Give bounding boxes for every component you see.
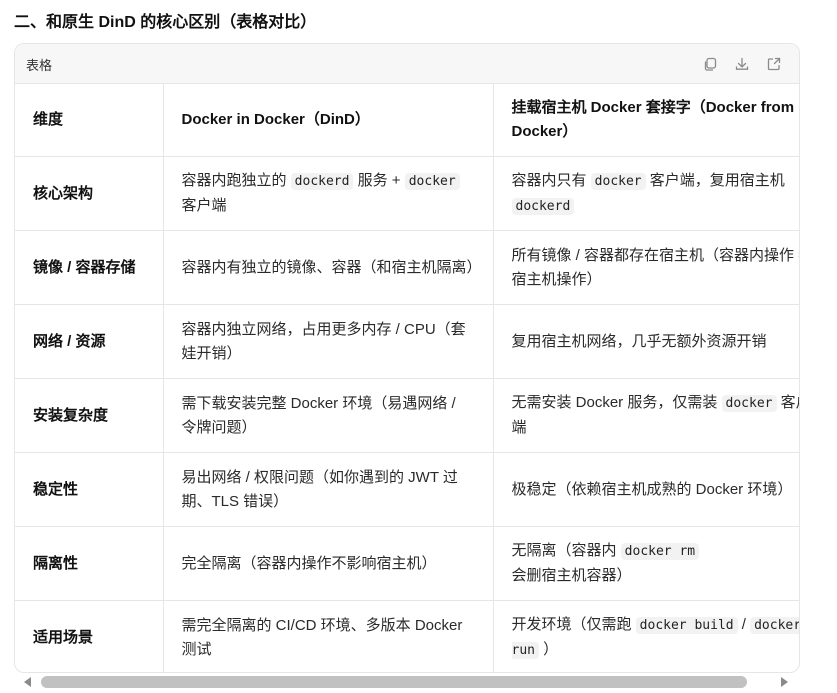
cell-text: 会删宿主机容器） bbox=[511, 567, 632, 584]
inline-code: docker bbox=[404, 173, 460, 190]
cell-text: 无隔离（容器内 bbox=[511, 542, 621, 559]
cell-text: 极稳定（依赖宿主机成熟的 Docker 环境） bbox=[511, 480, 793, 498]
scroll-right-arrow-icon[interactable] bbox=[781, 677, 788, 687]
cell-text: 开发环境（仅需跑 bbox=[511, 615, 636, 633]
cell-dind: 容器内独立网络，占用更多内存 / CPU（套娃开销） bbox=[163, 304, 494, 379]
header-dimension: 维度 bbox=[15, 84, 164, 157]
cell-dind: 需完全隔离的 CI/CD 环境、多版本 Docker 测试 bbox=[163, 600, 494, 672]
table-row: 隔离性 完全隔离（容器内操作不影响宿主机） 无隔离（容器内 docker rm 会删… bbox=[15, 526, 799, 601]
inline-code: dockerd bbox=[290, 173, 354, 190]
table-actions bbox=[701, 55, 783, 73]
table-row: 核心架构 容器内跑独立的 dockerd 服务 + docker 客户端 容器内只有… bbox=[15, 156, 799, 231]
inline-code: docker build bbox=[635, 616, 738, 634]
cell-text: 容器内独立网络，占用更多内存 / CPU（套娃开销） bbox=[181, 320, 466, 362]
cell-text: 所有镜像 / 容器都存在宿主机（容器内操作 = 宿主机操作） bbox=[511, 246, 800, 288]
cell-text: 无需安装 Docker 服务，仅需装 bbox=[511, 394, 722, 411]
download-icon[interactable] bbox=[733, 55, 751, 73]
cell-dind: 容器内跑独立的 dockerd 服务 + docker 客户端 bbox=[163, 156, 494, 231]
expand-icon[interactable] bbox=[765, 55, 783, 73]
table-row: 镜像 / 容器存储 容器内有独立的镜像、容器（和宿主机隔离） 所有镜像 / 容器都存… bbox=[15, 230, 800, 305]
section-title: 二、和原生 DinD 的核心区别（表格对比） bbox=[14, 14, 317, 31]
cell-host-socket: 极稳定（依赖宿主机成熟的 Docker 环境） bbox=[493, 452, 799, 527]
cell-text: 需下载安装完整 Docker 环境（易遇网络 / 令牌问题） bbox=[181, 394, 456, 436]
comparison-table: 维度 Docker in Docker（DinD） 挂载宿主机 Docker 套… bbox=[15, 84, 799, 672]
cell-text: 易出网络 / 权限问题（如你遇到的 JWT 过期、TLS 错误） bbox=[181, 468, 458, 510]
inline-code: docker bbox=[721, 395, 777, 412]
horizontal-scrollbar[interactable] bbox=[14, 674, 798, 690]
cell-text: 容器内跑独立的 bbox=[181, 172, 291, 189]
cell-text: 客户端，复用宿主机 bbox=[645, 171, 785, 189]
table-row: 网络 / 资源 容器内独立网络，占用更多内存 / CPU（套娃开销） 复用宿主机网络… bbox=[15, 304, 799, 379]
table-viewport[interactable]: 维度 Docker in Docker（DinD） 挂载宿主机 Docker 套… bbox=[15, 84, 799, 672]
table-header-row: 维度 Docker in Docker（DinD） 挂载宿主机 Docker 套… bbox=[15, 84, 799, 157]
cell-host-socket: 开发环境（仅需跑 docker build / docker run ） bbox=[493, 600, 799, 672]
header-dind: Docker in Docker（DinD） bbox=[163, 84, 494, 157]
cell-dimension: 镜像 / 容器存储 bbox=[15, 230, 164, 305]
cell-text: 容器内只有 bbox=[511, 171, 591, 189]
cell-dimension: 适用场景 bbox=[15, 600, 164, 672]
cell-text: ） bbox=[538, 640, 559, 658]
cell-text: / bbox=[737, 615, 751, 633]
table-card-header: 表格 bbox=[15, 44, 799, 84]
table-row: 稳定性 易出网络 / 权限问题（如你遇到的 JWT 过期、TLS 错误） 极稳定（依… bbox=[15, 452, 799, 527]
scrollbar-thumb[interactable] bbox=[41, 676, 747, 688]
cell-text: 客户端 bbox=[181, 197, 227, 214]
cell-host-socket: 无隔离（容器内 docker rm 会删宿主机容器） bbox=[493, 526, 799, 601]
cell-dimension: 隔离性 bbox=[15, 526, 164, 601]
table-row: 安装复杂度 需下载安装完整 Docker 环境（易遇网络 / 令牌问题） 无需安装 … bbox=[15, 378, 799, 453]
cell-dind: 完全隔离（容器内操作不影响宿主机） bbox=[163, 526, 494, 601]
cell-text: 完全隔离（容器内操作不影响宿主机） bbox=[181, 554, 437, 572]
inline-code: dockerd bbox=[511, 197, 575, 215]
table-card: 表格 维度 Docker in Docker（DinD） 挂载宿主机 Docke… bbox=[14, 43, 800, 673]
inline-code: docker bbox=[590, 172, 646, 190]
cell-dind: 容器内有独立的镜像、容器（和宿主机隔离） bbox=[163, 230, 494, 305]
cell-host-socket: 复用宿主机网络，几乎无额外资源开销 bbox=[493, 304, 799, 379]
inline-code: docker rm bbox=[620, 543, 700, 560]
header-host-socket: 挂载宿主机 Docker 套接字（Docker from Docker） bbox=[493, 84, 799, 157]
copy-icon[interactable] bbox=[701, 55, 719, 73]
cell-dimension: 安装复杂度 bbox=[15, 378, 164, 453]
cell-host-socket: 所有镜像 / 容器都存在宿主机（容器内操作 = 宿主机操作） bbox=[493, 230, 800, 305]
cell-text: 容器内有独立的镜像、容器（和宿主机隔离） bbox=[181, 258, 482, 276]
cell-dimension: 稳定性 bbox=[15, 452, 164, 527]
table-card-label: 表格 bbox=[26, 58, 53, 73]
cell-host-socket: 无需安装 Docker 服务，仅需装 docker 客户端 bbox=[493, 378, 799, 453]
cell-dind: 需下载安装完整 Docker 环境（易遇网络 / 令牌问题） bbox=[163, 378, 494, 453]
cell-host-socket: 容器内只有 docker 客户端，复用宿主机 dockerd bbox=[493, 156, 799, 231]
cell-dind: 易出网络 / 权限问题（如你遇到的 JWT 过期、TLS 错误） bbox=[163, 452, 494, 527]
cell-dimension: 网络 / 资源 bbox=[15, 304, 164, 379]
scroll-left-arrow-icon[interactable] bbox=[24, 677, 31, 687]
cell-text: 服务 + bbox=[353, 172, 405, 189]
cell-text: 需完全隔离的 CI/CD 环境、多版本 Docker 测试 bbox=[181, 616, 463, 658]
cell-dimension: 核心架构 bbox=[15, 156, 164, 231]
table-row: 适用场景 需完全隔离的 CI/CD 环境、多版本 Docker 测试 开发环境（仅需… bbox=[15, 600, 799, 672]
cell-text: 复用宿主机网络，几乎无额外资源开销 bbox=[511, 332, 767, 350]
